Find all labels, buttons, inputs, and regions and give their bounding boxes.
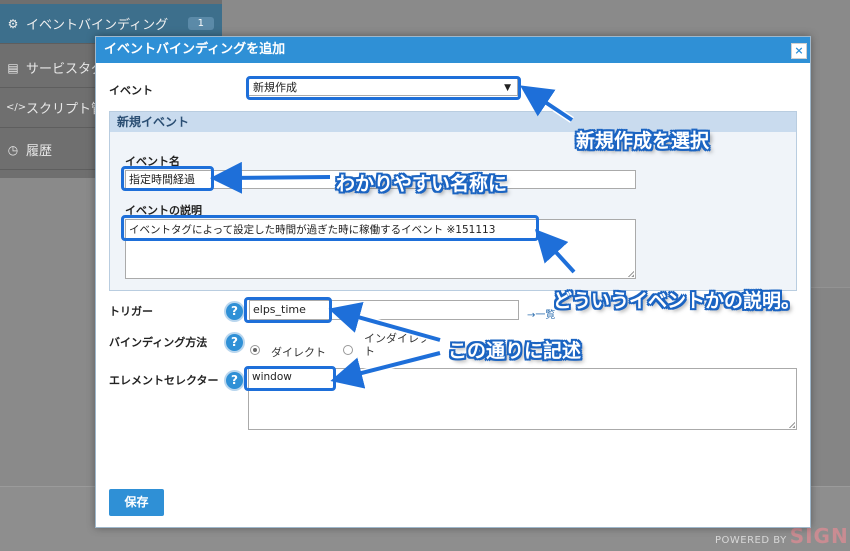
annotation-select-new: 新規作成を選択 [576,130,710,152]
annotation-easy-name: わかりやすい名称に [336,173,508,195]
annotation-arrows [210,85,577,389]
annotation-write-as-is: この通りに記述 [448,340,582,362]
annotation-description: どういうイベントかの説明。 [553,290,801,312]
